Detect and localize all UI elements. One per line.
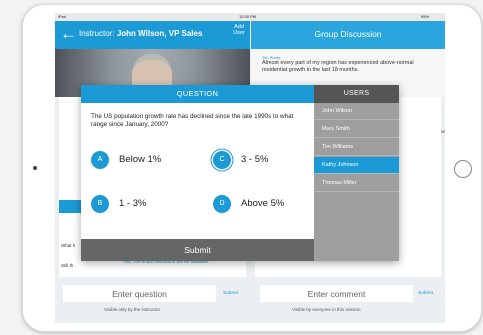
camera-dot: [33, 166, 37, 170]
question-header: QUESTION: [81, 85, 314, 103]
add-user-button[interactable]: Add User: [232, 24, 246, 36]
user-item[interactable]: Thomas Miller: [314, 175, 399, 192]
users-header: USERS: [314, 85, 399, 103]
option-b-label: 1 - 3%: [119, 198, 147, 209]
question-modal: QUESTION The US population growth rate h…: [81, 85, 399, 261]
question-input[interactable]: [63, 285, 216, 302]
submit-answer-button[interactable]: Submit: [81, 239, 314, 261]
user-item-active[interactable]: Kathy Johnson: [314, 157, 399, 174]
instructor-bar: ← Instructor: John Wilson, VP Sales Add …: [55, 21, 250, 49]
comment-input[interactable]: [260, 285, 413, 302]
users-panel: USERS John Wilson Mary Smith Tim William…: [314, 85, 399, 261]
comment-submit-link[interactable]: Submit: [418, 291, 433, 296]
input-bar: Submit Visible only by the instructor Su…: [55, 277, 445, 323]
option-a-letter: A: [91, 151, 109, 169]
clock: 12:30 PM: [239, 14, 257, 19]
instructor-name: John Wilson, VP Sales: [116, 29, 203, 38]
group-discussion-bar: Group Discussion: [251, 21, 445, 49]
user-item[interactable]: Mary Smith: [314, 121, 399, 138]
question-preview-1: What h: [61, 243, 76, 248]
question-preview-2: Will th: [61, 263, 74, 268]
screen: iPad 12:30 PM 95% ← Instructor: John Wil…: [55, 13, 445, 323]
option-c-label: 3 - 5%: [241, 154, 269, 165]
group-discussion-title: Group Discussion: [314, 29, 382, 39]
home-button[interactable]: [454, 160, 472, 178]
chat-overflow-text: ve: [441, 129, 445, 134]
option-a-label: Below 1%: [119, 154, 162, 165]
battery-label: 95%: [421, 14, 430, 19]
user-item[interactable]: Tim Williams: [314, 139, 399, 156]
user-item[interactable]: John Wilson: [314, 103, 399, 120]
question-submit-link[interactable]: Submit: [223, 291, 238, 296]
option-d-label: Above 5%: [241, 198, 285, 209]
option-c-letter: C: [213, 151, 231, 169]
status-bar: iPad 12:30 PM 95%: [55, 13, 445, 21]
option-d-letter: D: [213, 195, 231, 213]
back-arrow-icon[interactable]: ←: [60, 24, 77, 44]
comment-hint: Visible by everyone in this session: [292, 307, 361, 312]
option-b-letter: B: [91, 195, 109, 213]
question-text: The US population growth rate has declin…: [91, 113, 294, 128]
instructor-title: Instructor: John Wilson, VP Sales: [79, 29, 202, 38]
instructor-prefix: Instructor:: [79, 29, 115, 38]
carrier-label: iPad: [58, 14, 67, 19]
question-hint: Visible only by the instructor: [104, 307, 160, 312]
chat-message: Almost every part of my region has exper…: [262, 60, 414, 73]
